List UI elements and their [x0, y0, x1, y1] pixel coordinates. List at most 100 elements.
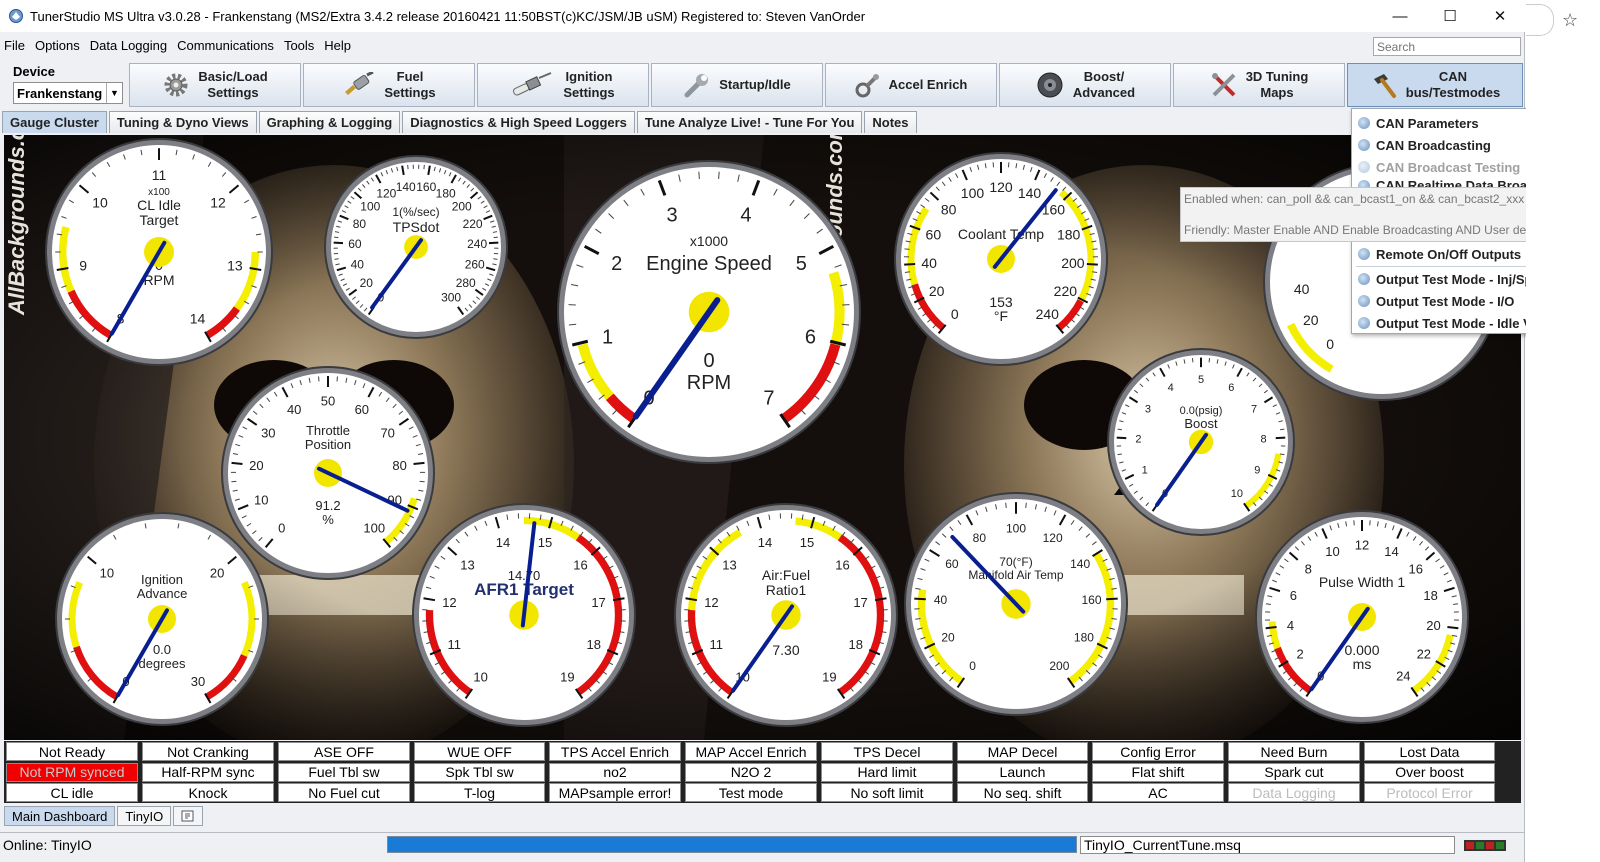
- gauge-tick-label: 10: [1231, 488, 1243, 500]
- indicator-map-decel: MAP Decel: [957, 742, 1088, 761]
- boost-advanced-button[interactable]: Boost/Advanced: [999, 63, 1171, 107]
- menu-help[interactable]: Help: [324, 38, 351, 53]
- gauge-tick-label: 15: [538, 535, 552, 550]
- indicator-t-log: T-log: [414, 783, 545, 802]
- gauge-tick-label: 12: [442, 595, 456, 610]
- close-button[interactable]: ✕: [1475, 0, 1525, 32]
- gauge-tick-label: 200: [1061, 255, 1085, 271]
- ignition-settings-button[interactable]: Ignition Settings: [477, 63, 649, 107]
- gauge-tick: [1275, 436, 1286, 440]
- gauge-tick-label: 13: [460, 557, 474, 572]
- indicator-not-cranking: Not Cranking: [142, 742, 274, 761]
- maximize-button[interactable]: ☐: [1425, 0, 1475, 32]
- indicator-map-accel-enrich: MAP Accel Enrich: [685, 742, 817, 761]
- gauge-tick-label: 24: [1396, 669, 1410, 684]
- gauge-coolant: 020406080100 120 140160180200220240Coolant…: [894, 152, 1108, 366]
- gauge-tick-label: 8: [1260, 434, 1266, 446]
- gauge-rpm: 01234567x1000Engine Speed0RPM: [557, 160, 861, 464]
- tab-diagnostics[interactable]: Diagnostics & High Speed Loggers: [402, 111, 635, 133]
- gauge-tick-label: 120: [989, 179, 1013, 195]
- gauge-title2: Target: [140, 212, 179, 228]
- indicator-no2: no2: [549, 762, 681, 782]
- boost-line1: Boost/: [1083, 69, 1125, 84]
- gauge-tick-label: 160: [1081, 593, 1101, 607]
- menu-bar: File Options Data Logging Communications…: [0, 34, 1525, 56]
- search-input[interactable]: [1373, 37, 1521, 56]
- indicator-not-ready: Not Ready: [6, 742, 138, 761]
- title-bar: TunerStudio MS Ultra v3.0.28 - Frankenst…: [0, 0, 1525, 32]
- minimize-button[interactable]: —: [1375, 0, 1425, 32]
- gauge-unit: °F: [994, 308, 1008, 324]
- can-bus-testmodes-button[interactable]: CAN bus/Testmodes: [1347, 63, 1523, 107]
- menu-data-logging[interactable]: Data Logging: [90, 38, 167, 53]
- gauge-tick-label: 19: [560, 669, 574, 684]
- gauge-tick-label: 70: [380, 425, 394, 440]
- gauge-unit: ms: [1353, 656, 1372, 672]
- gauge-tick-label: 4: [1287, 618, 1294, 633]
- tab-main-dashboard[interactable]: Main Dashboard: [4, 806, 116, 826]
- indicator-wue-off: WUE OFF: [414, 742, 545, 761]
- gauge-minor-tick: [1280, 428, 1285, 431]
- 3d-tuning-maps-button[interactable]: 3D Tuning Maps: [1173, 63, 1345, 107]
- gauge-minor-tick: [1025, 502, 1027, 508]
- indicator-tps-decel: TPS Decel: [821, 742, 953, 761]
- address-bar[interactable]: [1526, 4, 1554, 36]
- indicator-need-burn: Need Burn: [1228, 742, 1360, 761]
- tab-tinyio[interactable]: TinyIO: [117, 806, 172, 826]
- gauge-tick-label: 19: [822, 669, 836, 684]
- gauge-tick-label: 20: [249, 458, 263, 473]
- menu-tools[interactable]: Tools: [284, 38, 314, 53]
- gauge-tick-label: 18: [1423, 588, 1437, 603]
- gauge-tick-label: 14: [496, 535, 510, 550]
- gauge-unit: %: [322, 512, 334, 527]
- tab-gauge-cluster[interactable]: Gauge Cluster: [2, 111, 107, 133]
- gauge-tick-label: 3: [1145, 404, 1151, 416]
- gauge-minor-tick: [904, 271, 910, 273]
- menu-communications[interactable]: Communications: [177, 38, 274, 53]
- gauge-tick-label: 6: [1228, 382, 1234, 394]
- spark-plug-icon: [513, 72, 552, 96]
- gauge-tick-label: 16: [573, 557, 587, 572]
- main-tabs: Gauge Cluster Tuning & Dyno Views Graphi…: [0, 111, 919, 133]
- menu-item-label: CAN Broadcasting: [1376, 137, 1491, 153]
- gauge-tick-label: 9: [79, 257, 87, 273]
- accel-enrich-button[interactable]: Accel Enrich: [825, 63, 997, 107]
- tab-notes[interactable]: Notes: [864, 111, 917, 133]
- status-bar: Online: TinyIO TinyIO_CurrentTune.msq: [0, 832, 1525, 858]
- gauge-tick-label: 5: [796, 253, 807, 275]
- startup-idle-button[interactable]: Startup/Idle: [651, 63, 823, 107]
- dashboard-tabs: Main Dashboard TinyIO: [4, 806, 205, 826]
- tab-graphing-logging[interactable]: Graphing & Logging: [258, 111, 401, 133]
- basic-load-line1: Basic/Load: [198, 69, 268, 84]
- gauge-title2: Ratio1: [766, 582, 807, 598]
- gauge-tick-label: 180: [1057, 226, 1081, 242]
- gauge-tick-label: 40: [934, 593, 948, 607]
- indicator-test-mode: Test mode: [685, 783, 817, 802]
- device-select[interactable]: Frankenstang ▼: [13, 82, 123, 104]
- fuel-line2: Settings: [384, 85, 436, 100]
- gauge-title1: Air:Fuel: [762, 567, 810, 583]
- gauge-tick-label: 11: [710, 637, 724, 652]
- tab-tuning-dyno[interactable]: Tuning & Dyno Views: [108, 111, 257, 133]
- gauge-minor-tick: [1092, 248, 1098, 250]
- tab-tune-analyze[interactable]: Tune Analyze Live! - Tune For You: [636, 111, 863, 133]
- menu-file[interactable]: File: [4, 38, 25, 53]
- progress-bar: [387, 836, 1077, 853]
- bookmark-star-icon[interactable]: ☆: [1562, 10, 1578, 31]
- gauge-tick-label: 100: [360, 200, 380, 214]
- gauge-tick-label: 1: [602, 326, 613, 348]
- menu-options[interactable]: Options: [35, 38, 80, 53]
- 3d-tuning-line2: Maps: [1260, 85, 1294, 100]
- gauge-throttle: 0102030405060708090100ThrottlePosition91…: [221, 366, 435, 580]
- gauge-tick-label: 6: [805, 326, 816, 348]
- gauge-minor-tick: [718, 171, 720, 179]
- gauge-tick: [1106, 597, 1118, 601]
- ignition-line1: Ignition: [565, 69, 613, 84]
- chevron-down-icon[interactable]: ▼: [106, 83, 122, 103]
- basic-load-settings-button[interactable]: Basic/Load Settings: [129, 63, 301, 107]
- gauge-tick-label: 5: [1198, 374, 1204, 386]
- add-dashboard-tab-icon[interactable]: [173, 806, 204, 826]
- gauge-cl-idle: 891011121314x100CL IdleTarget0RPM: [45, 138, 273, 366]
- hammer-icon: [1373, 74, 1396, 98]
- fuel-settings-button[interactable]: Fuel Settings: [303, 63, 475, 107]
